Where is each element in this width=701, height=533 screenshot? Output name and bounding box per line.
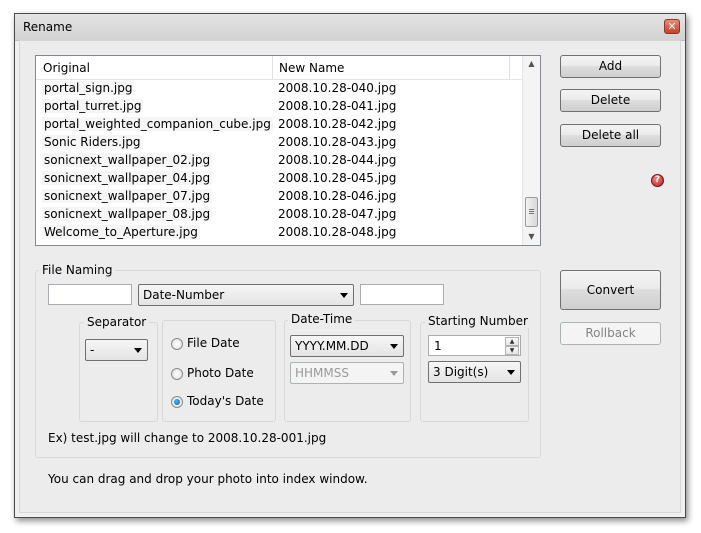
date-format-select[interactable]: YYYY.MM.DD (290, 335, 404, 357)
rollback-button[interactable]: Rollback (560, 322, 661, 345)
time-format-select[interactable]: HHMMSS (290, 362, 404, 384)
original-filename: portal_sign.jpg (42, 81, 135, 95)
dialog-client-area: Original New Name portal_sign.jpg 2008.10… (19, 40, 681, 513)
rename-dialog: Rename ✕ Original New Name portal_sign.j… (14, 13, 686, 518)
separator-label: Separator (84, 315, 150, 329)
photo-date-radio[interactable] (171, 368, 183, 380)
original-filename: sonicnext_wallpaper_04.jpg (42, 171, 213, 185)
grip-line (529, 211, 534, 212)
list-row[interactable]: Sonic Riders.jpg 2008.10.28-043.jpg (36, 134, 523, 152)
list-row[interactable]: sonicnext_wallpaper_08.jpg 2008.10.28-047… (36, 206, 523, 224)
starting-number-label: Starting Number (425, 314, 531, 328)
example-text: Ex) test.jpg will change to 2008.10.28-0… (48, 431, 327, 445)
convert-button[interactable]: Convert (560, 270, 661, 310)
original-filename: portal_turret.jpg (42, 99, 144, 113)
grip-line (529, 213, 534, 214)
scroll-thumb[interactable] (525, 197, 538, 227)
file-naming-label: File Naming (39, 263, 116, 277)
new-filename: 2008.10.28-046.jpg (278, 189, 397, 203)
scroll-up-arrow-icon[interactable]: ▲ (523, 56, 540, 72)
title-bar: Rename ✕ (15, 14, 685, 41)
original-filename: portal_weighted_companion_cube.jpg (42, 117, 273, 131)
original-filename: Welcome_to_Aperture.jpg (42, 225, 200, 239)
original-filename: sonicnext_wallpaper_02.jpg (42, 153, 213, 167)
original-filename: Sonic Riders.jpg (42, 135, 143, 149)
new-filename: 2008.10.28-045.jpg (278, 171, 397, 185)
list-row[interactable]: sonicnext_wallpaper_07.jpg 2008.10.28-046… (36, 188, 523, 206)
starting-number-value: 1 (434, 339, 442, 353)
todays-date-radio[interactable] (171, 396, 183, 408)
original-filename: sonicnext_wallpaper_08.jpg (42, 207, 213, 221)
spin-down-icon[interactable]: ▼ (505, 346, 519, 355)
spin-up-icon[interactable]: ▲ (505, 337, 519, 346)
column-header-new-name[interactable]: New Name (279, 61, 344, 75)
list-row[interactable]: portal_turret.jpg 2008.10.28-041.jpg (36, 98, 523, 116)
digit-count-value: 3 Digit(s) (433, 365, 489, 379)
file-list[interactable]: Original New Name portal_sign.jpg 2008.10… (35, 55, 541, 246)
new-filename: 2008.10.28-044.jpg (278, 153, 397, 167)
column-divider[interactable] (272, 56, 273, 79)
column-divider[interactable] (509, 56, 510, 79)
list-row[interactable]: portal_sign.jpg 2008.10.28-040.jpg (36, 80, 523, 98)
new-filename: 2008.10.28-041.jpg (278, 99, 397, 113)
new-filename: 2008.10.28-048.jpg (278, 225, 397, 239)
file-date-radio[interactable] (171, 338, 183, 350)
new-filename: 2008.10.28-043.jpg (278, 135, 397, 149)
chevron-down-icon (340, 293, 348, 298)
new-filename: 2008.10.28-042.jpg (278, 117, 397, 131)
delete-button[interactable]: Delete (560, 89, 661, 112)
naming-mode-value: Date-Number (143, 288, 225, 302)
chevron-down-icon (390, 371, 398, 376)
naming-mode-select[interactable]: Date-Number (138, 284, 354, 306)
digit-count-select[interactable]: 3 Digit(s) (428, 361, 521, 383)
file-date-label[interactable]: File Date (187, 336, 240, 350)
todays-date-label[interactable]: Today's Date (187, 394, 264, 408)
suffix-field[interactable] (360, 284, 444, 305)
chevron-down-icon (134, 348, 142, 353)
scroll-down-arrow-icon[interactable]: ▼ (523, 229, 540, 245)
date-time-label: Date-Time (288, 312, 356, 326)
list-row[interactable]: portal_weighted_companion_cube.jpg 2008.1… (36, 116, 523, 134)
chevron-down-icon (507, 370, 515, 375)
photo-date-label[interactable]: Photo Date (187, 366, 254, 380)
close-button[interactable]: ✕ (664, 19, 680, 34)
separator-value: - (90, 343, 95, 357)
time-format-value: HHMMSS (295, 366, 349, 380)
separator-select[interactable]: - (85, 339, 148, 361)
new-filename: 2008.10.28-047.jpg (278, 207, 397, 221)
column-header-original[interactable]: Original (43, 61, 90, 75)
list-rows: portal_sign.jpg 2008.10.28-040.jpg portal… (36, 80, 523, 242)
add-button[interactable]: Add (560, 55, 661, 78)
new-filename: 2008.10.28-040.jpg (278, 81, 397, 95)
date-format-value: YYYY.MM.DD (295, 339, 369, 353)
original-filename: sonicnext_wallpaper_07.jpg (42, 189, 213, 203)
window-title: Rename (23, 20, 73, 34)
delete-all-button[interactable]: Delete all (560, 124, 661, 147)
prefix-field[interactable] (48, 284, 132, 305)
grip-line (529, 209, 534, 210)
separator-group (79, 322, 158, 422)
starting-number-stepper[interactable]: 1 ▲ ▼ (428, 335, 521, 356)
list-scrollbar[interactable]: ▲ ▼ (522, 56, 540, 245)
help-icon[interactable]: ? (651, 174, 664, 187)
chevron-down-icon (390, 344, 398, 349)
drag-drop-hint: You can drag and drop your photo into in… (48, 472, 368, 486)
list-row[interactable]: Welcome_to_Aperture.jpg 2008.10.28-048.jp… (36, 224, 523, 242)
list-row[interactable]: sonicnext_wallpaper_02.jpg 2008.10.28-044… (36, 152, 523, 170)
list-row[interactable]: sonicnext_wallpaper_04.jpg 2008.10.28-045… (36, 170, 523, 188)
list-header: Original New Name (36, 56, 523, 80)
